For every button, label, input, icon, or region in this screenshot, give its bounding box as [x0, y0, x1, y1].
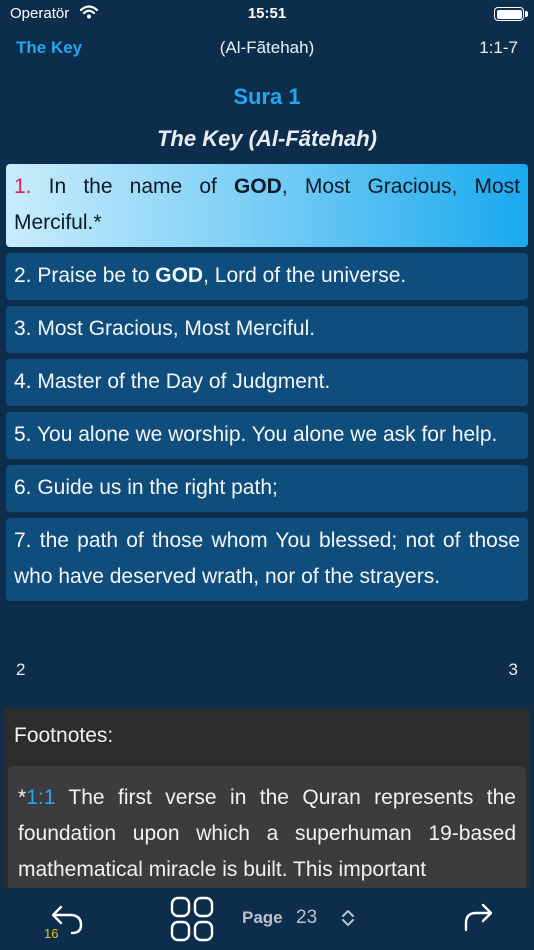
page-number-left: 2: [16, 660, 26, 679]
battery-icon: [494, 7, 528, 21]
page-number-value[interactable]: 23: [296, 907, 317, 929]
verse-text: Guide us in the right path;: [31, 476, 278, 499]
verse-item-3[interactable]: 3. Most Gracious, Most Merciful.: [6, 306, 528, 353]
verse-text: , Lord of the universe.: [203, 264, 407, 287]
page-number-right: 3: [508, 660, 518, 679]
verse-text: Praise be to: [31, 264, 156, 287]
footnotes-panel: Footnotes: *1:1 The first verse in the Q…: [4, 708, 530, 888]
verse-number: 5.: [14, 423, 32, 446]
verse-emphasis: GOD: [234, 175, 282, 198]
verse-list: 1. In the name of GOD, Most Gracious, Mo…: [6, 164, 528, 607]
verse-item-5[interactable]: 5. You alone we worship. You alone we as…: [6, 412, 528, 459]
verse-item-7[interactable]: 7. the path of those whom You blessed; n…: [6, 518, 528, 601]
nav-bar: The Key (Al-Fãtehah) 1:1-7: [0, 36, 534, 62]
verse-number: 6.: [14, 476, 32, 499]
verse-text: Most Gracious, Most Merciful.: [31, 317, 316, 340]
nav-center-title: (Al-Fãtehah): [219, 38, 315, 57]
verse-number: 7.: [14, 529, 32, 552]
status-bar: Operatör 15:51: [0, 0, 534, 28]
grid-icon[interactable]: [170, 896, 214, 942]
sura-number: Sura 1: [233, 84, 301, 109]
footnotes-title: Footnotes:: [14, 724, 114, 747]
nav-verse-range[interactable]: 1:1-7: [479, 38, 518, 58]
back-count-badge: 16: [44, 926, 59, 941]
verse-item-6[interactable]: 6. Guide us in the right path;: [6, 465, 528, 512]
verse-emphasis: GOD: [155, 264, 204, 287]
bottom-toolbar: 16 Page 23: [0, 888, 534, 950]
verse-item-1[interactable]: 1. In the name of GOD, Most Gracious, Mo…: [6, 164, 528, 247]
footnote-ref-link[interactable]: 1:1: [26, 786, 55, 809]
verse-text: the path of those whom You blessed; not …: [14, 529, 520, 588]
verse-text: In the name of: [31, 175, 234, 198]
footnote-text: The first verse in the Quran represents …: [18, 786, 516, 881]
sura-title: The Key (Al-Fãtehah): [156, 126, 378, 151]
page-label: Page: [242, 908, 283, 927]
forward-arrow-icon[interactable]: [462, 902, 496, 934]
verse-number: 4.: [14, 370, 32, 393]
verse-item-4[interactable]: 4. Master of the Day of Judgment.: [6, 359, 528, 406]
status-time: 15:51: [247, 5, 287, 22]
verse-number: 2.: [14, 264, 32, 287]
verse-number: 3.: [14, 317, 32, 340]
footnote-marker: *: [18, 786, 27, 809]
chevron-up-down-icon[interactable]: [340, 908, 356, 928]
verse-number: 1.: [14, 175, 32, 198]
verse-item-2[interactable]: 2. Praise be to GOD, Lord of the univers…: [6, 253, 528, 300]
page-marks: 2 3: [0, 660, 534, 682]
verse-text: Master of the Day of Judgment.: [31, 370, 331, 393]
footnote-item: *1:1 The first verse in the Quran repres…: [8, 766, 526, 888]
verse-text: You alone we worship. You alone we ask f…: [31, 423, 498, 446]
